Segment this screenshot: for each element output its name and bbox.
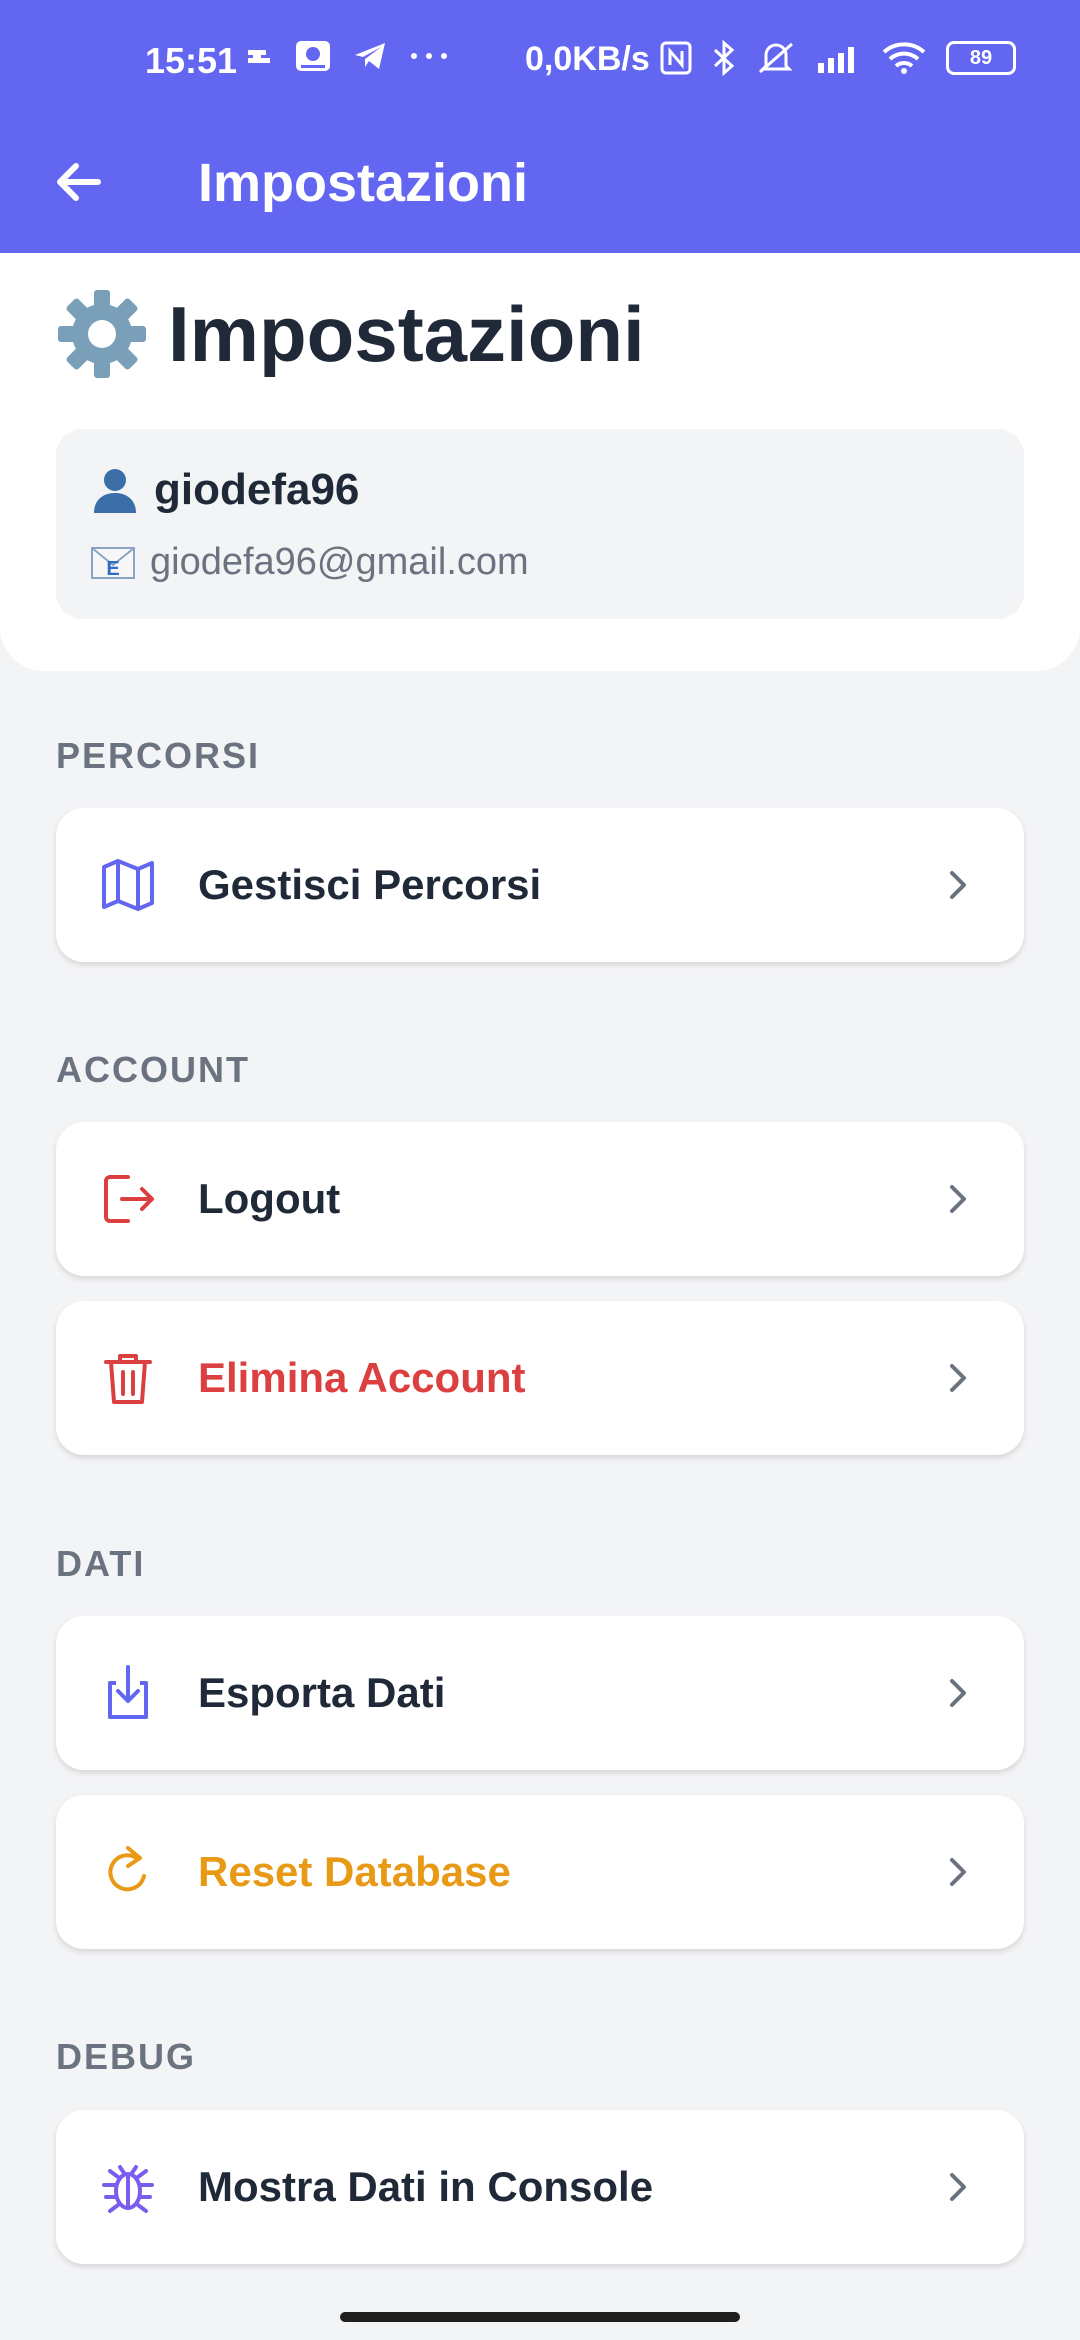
refresh-icon: [108, 1846, 146, 1892]
row-mostra-dati-console[interactable]: Mostra Dati in Console: [56, 2110, 1024, 2264]
status-bar: 15:51 0,0KB/s 89: [0, 0, 1080, 130]
username: giodefa96: [154, 465, 360, 514]
more-dots-icon: [411, 53, 447, 59]
map-icon: [102, 859, 154, 911]
logout-icon: [104, 1175, 154, 1223]
row-label: Mostra Dati in Console: [198, 2163, 654, 2210]
row-label: Gestisci Percorsi: [198, 861, 542, 908]
status-right-icons: 89: [660, 40, 1016, 76]
gear-icon: [58, 290, 146, 378]
chevron-right-icon: [950, 1185, 966, 1213]
svg-text:E: E: [106, 558, 119, 580]
chevron-right-icon: [950, 2173, 966, 2201]
user-icon: [94, 469, 136, 513]
row-label: Logout: [198, 1175, 341, 1222]
page-title-row: Impostazioni: [56, 288, 645, 380]
status-left-icons: [245, 40, 449, 72]
battery-icon: 89: [946, 41, 1016, 75]
user-email-row: E giodefa96@gmail.com: [90, 541, 529, 584]
row-label: Elimina Account: [198, 1354, 526, 1401]
section-label-dati: DATI: [56, 1543, 146, 1584]
bluetooth-icon: [713, 40, 735, 76]
chevron-right-icon: [950, 871, 966, 899]
chevron-right-icon: [950, 1858, 966, 1886]
row-label: Reset Database: [198, 1848, 511, 1895]
mute-icon: [759, 42, 793, 74]
row-elimina-account[interactable]: Elimina Account: [56, 1301, 1024, 1455]
arrow-left-icon[interactable]: [48, 152, 108, 212]
home-indicator[interactable]: [340, 2312, 740, 2322]
chevron-right-icon: [950, 1364, 966, 1392]
battery-level: 89: [969, 47, 993, 69]
download-icon: [108, 1665, 148, 1719]
user-name-row: giodefa96: [90, 465, 359, 515]
bug-icon: [102, 2165, 154, 2213]
user-info-box: giodefa96 E giodefa96@gmail.com: [56, 429, 1024, 619]
chevron-right-icon: [950, 1679, 966, 1707]
sync-icon: [248, 50, 270, 63]
envelope-icon: E: [91, 546, 135, 580]
user-email: giodefa96@gmail.com: [150, 541, 529, 583]
page-title: Impostazioni: [168, 290, 645, 378]
telegram-icon: [355, 43, 385, 69]
row-label: Esporta Dati: [198, 1669, 446, 1716]
row-logout[interactable]: Logout: [56, 1122, 1024, 1276]
trash-icon: [104, 1354, 152, 1404]
header-card: Impostazioni giodefa96 E giodefa96@gmail…: [0, 253, 1080, 671]
nfc-icon: [660, 41, 692, 75]
section-label-percorsi: PERCORSI: [56, 735, 261, 776]
row-gestisci-percorsi[interactable]: Gestisci Percorsi: [56, 808, 1024, 962]
camera-icon: [296, 41, 330, 71]
status-time: 15:51: [145, 40, 238, 81]
row-esporta-dati[interactable]: Esporta Dati: [56, 1616, 1024, 1770]
section-label-account: ACCOUNT: [56, 1049, 250, 1090]
app-bar: Impostazioni: [0, 130, 1080, 253]
network-speed: 0,0KB/s: [525, 40, 650, 78]
row-reset-database[interactable]: Reset Database: [56, 1795, 1024, 1949]
app-bar-title: Impostazioni: [198, 153, 529, 213]
section-label-debug: DEBUG: [56, 2036, 197, 2077]
signal-icon: [818, 47, 854, 73]
wifi-icon: [882, 42, 926, 74]
